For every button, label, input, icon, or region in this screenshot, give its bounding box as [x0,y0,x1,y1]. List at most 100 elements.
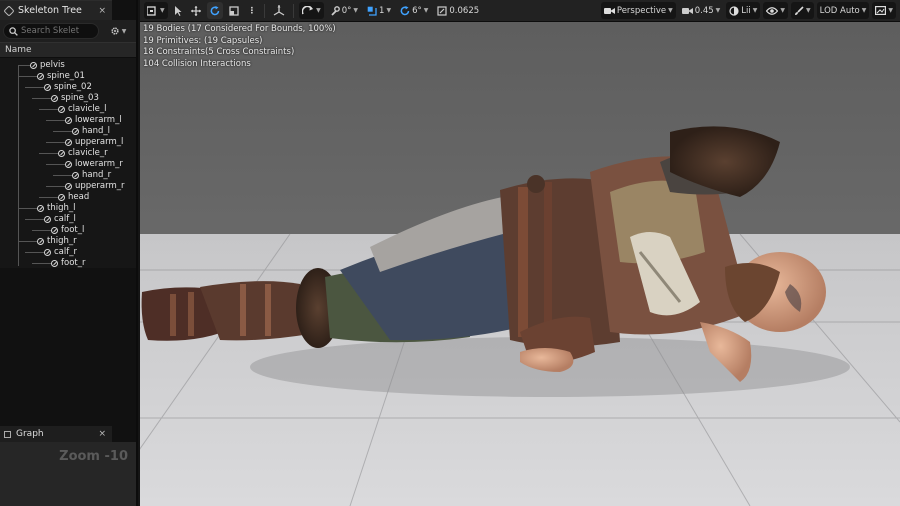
tree-node-hand_l[interactable]: hand_l [72,126,110,137]
bone-icon [44,84,51,91]
tree-node-lowerarm_l[interactable]: lowerarm_l [65,115,122,126]
angle-snap-setting[interactable]: 6° ▼ [397,2,431,19]
tree-node-spine_02[interactable]: spine_02 [44,82,92,93]
tree-connector [46,186,65,187]
tree-node-upperarm_l[interactable]: upperarm_l [65,137,123,148]
surface-snap-icon [302,5,314,14]
more-tools-button[interactable]: ⋮ [245,2,260,19]
tree-settings-button[interactable]: ▼ [103,23,133,39]
tree-node-spine_01[interactable]: spine_01 [37,71,85,82]
move-tool-button[interactable] [188,2,204,19]
viewport-3d[interactable]: 19 Bodies (17 Considered For Bounds, 100… [140,22,900,506]
tree-node-thigh_r[interactable]: thigh_r [37,236,77,247]
tree-connector [46,142,65,143]
show-flags-dropdown[interactable]: ▼ [763,2,789,19]
chevron-down-icon: ▼ [316,7,321,14]
scale-snap-icon [437,5,447,16]
bone-icon [72,128,79,135]
tab-skeleton-tree[interactable]: Skeleton Tree × [0,0,112,20]
bone-label: lowerarm_r [75,159,123,169]
tree-node-head[interactable]: head [58,192,89,203]
bone-label: lowerarm_l [75,115,122,125]
tree-node-clavicle_r[interactable]: clavicle_r [58,148,108,159]
skeleton-tree-tabbar: Skeleton Tree × [0,0,136,20]
zoom-label: Zoom -10 [59,449,128,464]
physics-stats-overlay: 19 Bodies (17 Considered For Bounds, 100… [143,24,336,70]
chevron-down-icon: ▼ [861,7,867,14]
bone-label: calf_r [54,247,77,257]
bone-icon [30,62,37,69]
tree-connector [18,76,37,77]
close-icon[interactable]: × [98,429,106,439]
gear-icon [111,27,119,35]
view-mode-dropdown[interactable]: Perspective ▼ [600,2,676,19]
bone-icon [37,205,44,212]
tab-graph[interactable]: Graph × [0,426,112,442]
bone-icon [72,172,79,179]
bone-icon [51,260,58,267]
graph-title: Graph [16,429,44,439]
lighting-mode-label: Lii [741,5,751,16]
stat-bodies: 19 Bodies (17 Considered For Bounds, 100… [143,24,336,34]
chevron-down-icon: ▼ [752,7,758,14]
bone-label: upperarm_l [75,137,124,147]
angle-snap-value: 6° [412,5,422,16]
search-input[interactable] [21,26,91,36]
bone-label: head [68,192,90,202]
tree-connector [53,131,72,132]
physics-options-dropdown[interactable]: ▼ [791,2,814,19]
tree-connector [46,164,65,165]
tree-node-spine_03[interactable]: spine_03 [51,93,99,104]
stat-interactions: 104 Collision Interactions [143,58,251,69]
bone-icon [65,117,72,124]
lod-label: LOD Auto [819,5,860,16]
bone-icon [58,150,65,157]
grid-snap-setting[interactable]: 1 ▼ [364,2,394,19]
physics-asset-editor: Skeleton Tree × ▼ Name pelvisspine_01 [0,0,900,506]
search-box[interactable] [3,23,99,39]
tree-node-clavicle_l[interactable]: clavicle_l [58,104,107,115]
graph-canvas[interactable]: Zoom -10 [0,442,136,506]
bone-label: clavicle_r [68,148,108,158]
tree-node-upperarm_r[interactable]: upperarm_r [65,181,124,192]
scale-tool-button[interactable] [226,2,242,19]
camera-speed-setting[interactable]: 0.45 ▼ [679,2,724,19]
tree-node-hand_r[interactable]: hand_r [72,170,111,181]
grid-snap-value: 1 [379,5,385,16]
bone-label: spine_02 [54,82,92,92]
bone-icon [44,216,51,223]
tree-node-thigh_l[interactable]: thigh_l [37,203,75,214]
lighting-mode-dropdown[interactable]: Lii ▼ [726,2,761,19]
tree-node-lowerarm_r[interactable]: lowerarm_r [65,159,123,170]
scale-snap-value: 0.0625 [449,5,480,16]
viewport-options-button[interactable]: ▼ [144,2,168,19]
eye-icon [766,6,779,15]
tree-node-foot_l[interactable]: foot_l [51,225,84,236]
lighting-icon [729,5,739,16]
rotation-snap-setting[interactable]: 0° ▼ [327,2,361,19]
bone-label: calf_l [54,214,76,224]
surface-snap-button[interactable]: ▼ [299,2,324,19]
bone-icon [51,227,58,234]
close-icon[interactable]: × [98,6,106,16]
tree-node-calf_l[interactable]: calf_l [44,214,76,225]
coordinate-system-button[interactable] [270,2,288,19]
select-tool-button[interactable] [171,2,185,19]
bone-tree: pelvis spine_01 spine_02 spine_03 clavicle_l… [0,58,136,268]
tree-connector [18,208,37,209]
lod-dropdown[interactable]: LOD Auto ▼ [816,2,870,19]
viewport-layout-button[interactable]: ▼ [872,2,896,19]
scale-snap-setting[interactable]: 0.0625 [434,2,482,19]
graph-icon [4,430,11,438]
search-row: ▼ [0,20,136,42]
tree-connector [46,120,65,121]
bone-label: hand_l [82,126,110,136]
tree-connector [39,109,58,110]
tree-node-calf_r[interactable]: calf_r [44,247,77,258]
tree-node-foot_r[interactable]: foot_r [51,258,85,269]
bone-icon [58,194,65,201]
tree-node-pelvis[interactable]: pelvis [30,60,65,71]
toolbar-divider [264,3,266,18]
skeleton-tree-title: Skeleton Tree [18,5,82,16]
rotate-tool-button[interactable] [206,2,223,19]
